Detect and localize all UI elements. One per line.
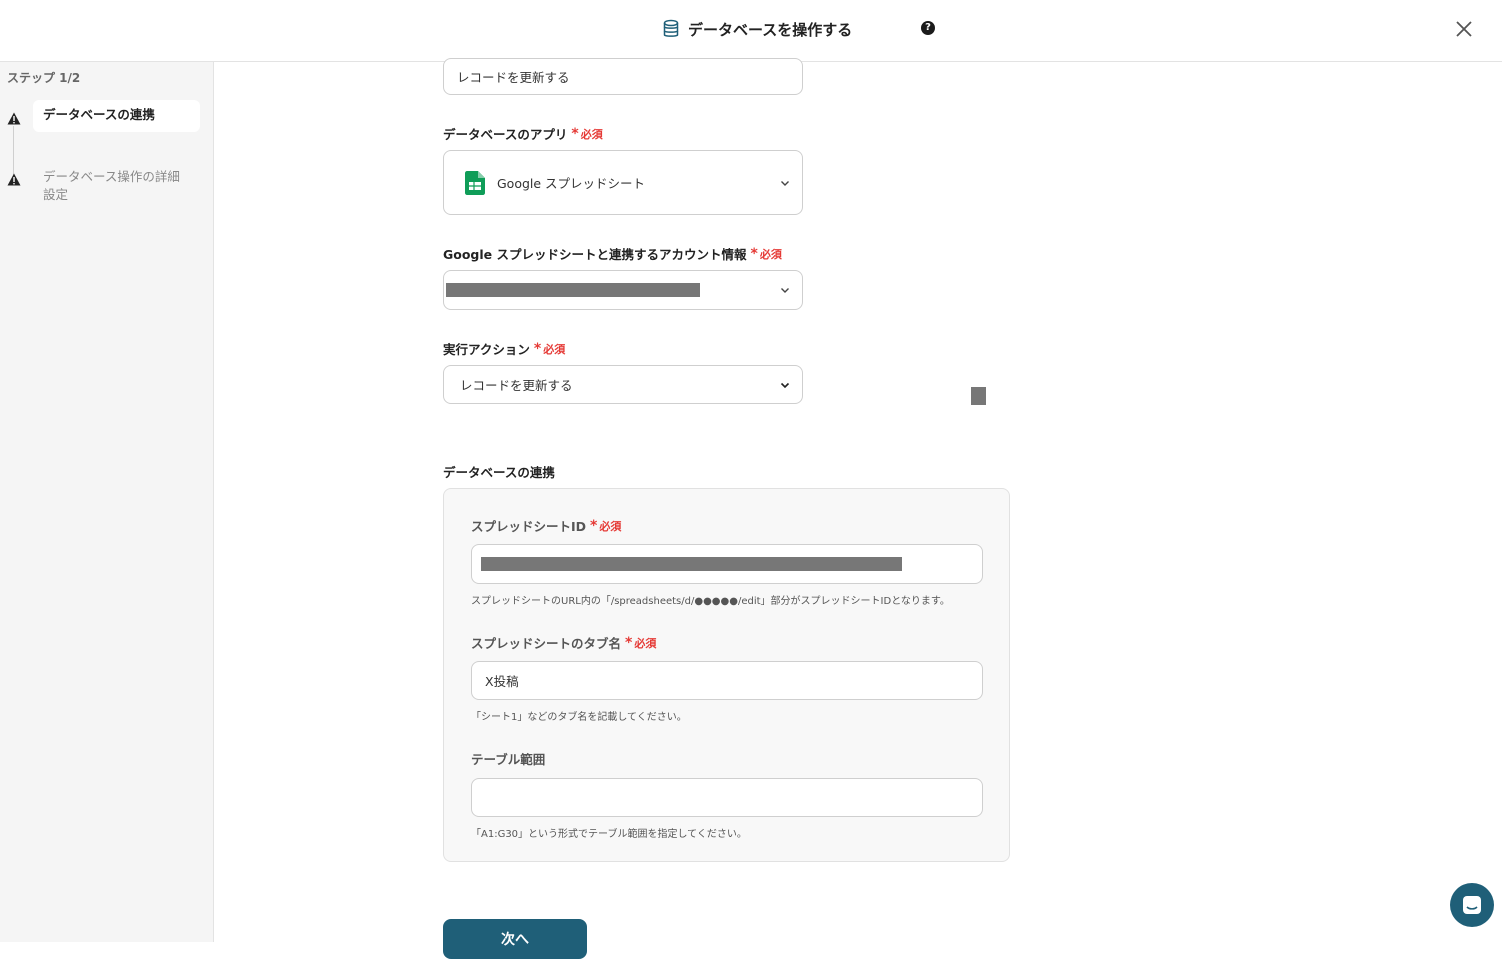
- app-field: データベースのアプリ * 必須: [443, 124, 803, 143]
- app-label: データベースのアプリ * 必須: [443, 125, 603, 143]
- tab-name-input[interactable]: X投稿: [471, 661, 983, 700]
- modal-header: データベースを操作する ?: [0, 0, 1502, 62]
- sidebar-item-database-operation[interactable]: データベース操作の詳細設定: [33, 162, 200, 210]
- account-select[interactable]: [443, 270, 803, 310]
- sheet-id-help: スプレッドシートのURL内の「/spreadsheets/d/●●●●●/edi…: [471, 596, 950, 607]
- next-button[interactable]: 次へ: [443, 919, 587, 959]
- tab-name-field: スプレッドシートのタブ名 * 必須 X投稿 「シート1」などのタブ名を記載してくだ…: [471, 633, 983, 723]
- required-badge: * 必須: [571, 125, 603, 142]
- step-sidebar: ステップ 1/2 データベースの連携 データベース操作の詳細設定: [0, 62, 214, 942]
- action-field: 実行アクション * 必須: [443, 339, 803, 358]
- range-label: テーブル範囲: [471, 752, 546, 767]
- app-select-value: Google スプレッドシート: [497, 176, 646, 191]
- close-icon[interactable]: [1452, 17, 1476, 41]
- action-label: 実行アクション * 必須: [443, 340, 566, 358]
- step-counter: ステップ 1/2: [7, 71, 81, 85]
- required-badge: * 必須: [750, 245, 782, 262]
- range-input[interactable]: [471, 778, 983, 817]
- range-help: 「A1:G30」という形式でテーブル範囲を指定してください。: [471, 829, 747, 840]
- page-title: データベースを操作する: [688, 20, 853, 39]
- redacted-account: [446, 283, 700, 297]
- title-input[interactable]: レコードを更新する: [443, 58, 803, 95]
- required-badge: * 必須: [625, 634, 657, 651]
- database-icon: [663, 19, 679, 37]
- database-link-panel: スプレッドシートID * 必須 スプレッドシートのURL内の「/spreadshe…: [443, 488, 1010, 862]
- main-form: レコードを更新する データベースのアプリ * 必須 Google スプレッドシート…: [214, 58, 1502, 959]
- required-badge: * 必須: [590, 517, 622, 534]
- range-field: テーブル範囲 「A1:G30」という形式でテーブル範囲を指定してください。: [471, 749, 983, 840]
- chevron-down-icon: [781, 180, 789, 186]
- help-icon[interactable]: ?: [921, 21, 935, 35]
- account-field: Google スプレッドシートと連携するアカウント情報 * 必須: [443, 244, 943, 263]
- sheet-id-field: スプレッドシートID * 必須 スプレッドシートのURL内の「/spreadshe…: [471, 516, 983, 607]
- redacted-sheet-id: [481, 557, 902, 571]
- tab-name-help: 「シート1」などのタブ名を記載してください。: [471, 712, 687, 723]
- step-connector: [13, 126, 14, 176]
- warning-icon: [7, 112, 21, 125]
- tab-name-value: X投稿: [485, 674, 519, 689]
- google-sheets-icon: [465, 170, 485, 195]
- sheet-id-input[interactable]: [471, 544, 983, 584]
- sidebar-item-database-link[interactable]: データベースの連携: [33, 100, 200, 132]
- account-label: Google スプレッドシートと連携するアカウント情報 * 必須: [443, 245, 782, 263]
- action-select[interactable]: レコードを更新する: [443, 365, 803, 404]
- title-input-value: レコードを更新する: [457, 70, 570, 85]
- chat-icon: [1463, 896, 1481, 914]
- action-select-value: レコードを更新する: [460, 378, 573, 393]
- required-badge: * 必須: [533, 340, 566, 357]
- warning-icon: [7, 173, 21, 186]
- chevron-down-icon: [781, 288, 789, 293]
- header-title-group: データベースを操作する: [662, 17, 852, 41]
- sheet-id-label: スプレッドシートID * 必須: [471, 517, 622, 535]
- chat-button[interactable]: [1450, 883, 1494, 927]
- chevron-down-icon: [780, 382, 790, 388]
- tab-name-label: スプレッドシートのタブ名 * 必須: [471, 634, 657, 652]
- section-title: データベースの連携: [443, 465, 555, 480]
- app-select[interactable]: Google スプレッドシート: [443, 150, 803, 215]
- redacted-marker: [971, 387, 986, 405]
